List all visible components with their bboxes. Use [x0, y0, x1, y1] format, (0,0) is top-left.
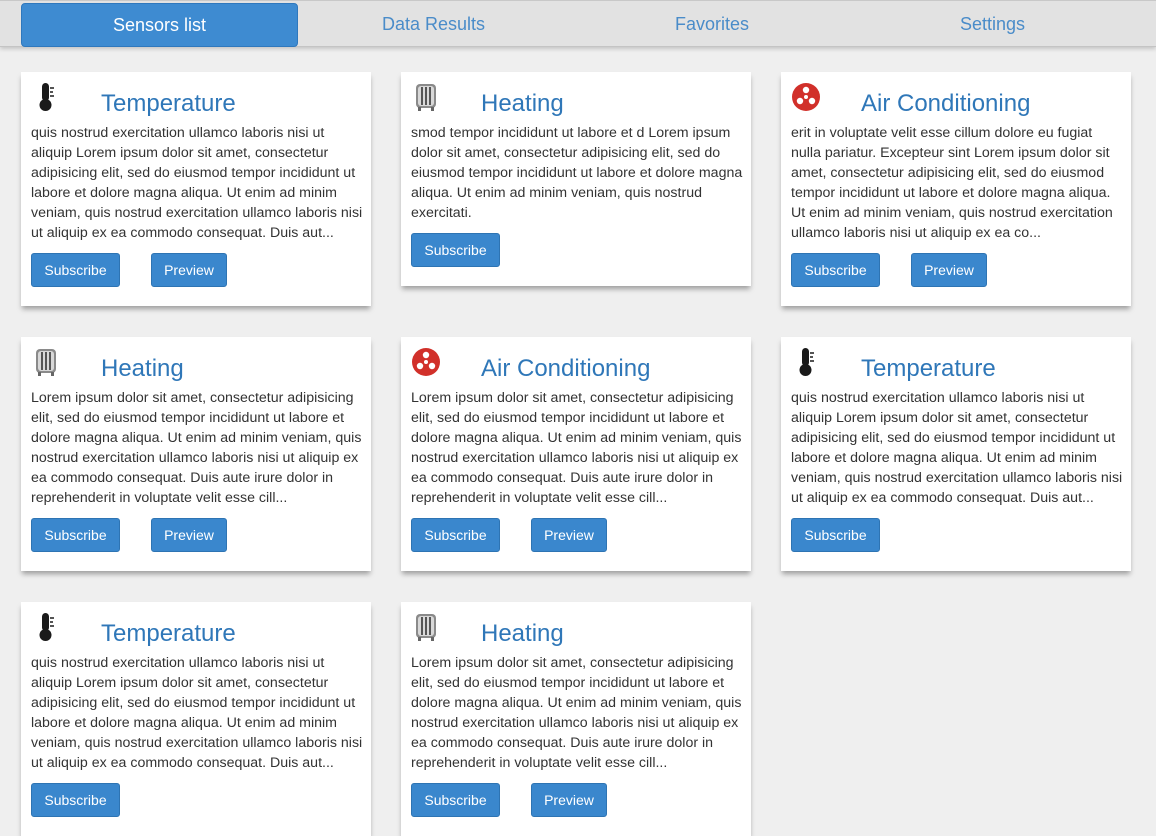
- thermometer-icon: [31, 80, 61, 114]
- subscribe-button[interactable]: Subscribe: [791, 253, 880, 287]
- sensor-card-air-conditioning: Air Conditioning erit in voluptate velit…: [781, 72, 1131, 306]
- tab-settings[interactable]: Settings: [855, 3, 1130, 47]
- card-description: quis nostrud exercitation ullamco labori…: [31, 655, 363, 771]
- sensor-card-air-conditioning: Air Conditioning Lorem ipsum dolor sit a…: [401, 337, 751, 571]
- tab-favorites[interactable]: Favorites: [569, 3, 855, 47]
- preview-button[interactable]: Preview: [911, 253, 987, 287]
- card-description: quis nostrud exercitation ullamco labori…: [791, 390, 1123, 506]
- sensor-card-heating: Heating Lorem ipsum dolor sit amet, cons…: [401, 602, 751, 836]
- preview-button[interactable]: Preview: [531, 518, 607, 552]
- preview-button[interactable]: Preview: [531, 783, 607, 817]
- subscribe-button[interactable]: Subscribe: [31, 253, 120, 287]
- card-description: Lorem ipsum dolor sit amet, consectetur …: [31, 390, 362, 506]
- radiator-icon: [411, 610, 441, 644]
- card-description: smod tempor incididunt ut labore et d Lo…: [411, 125, 743, 221]
- tab-data-results[interactable]: Data Results: [298, 3, 569, 47]
- card-description: Lorem ipsum dolor sit amet, consectetur …: [411, 390, 742, 506]
- air-conditioning-icon: [791, 80, 821, 114]
- sensor-card-temperature: Temperature quis nostrud exercitation ul…: [21, 72, 371, 306]
- subscribe-button[interactable]: Subscribe: [791, 518, 880, 552]
- card-title: Heating: [481, 620, 564, 647]
- card-title: Temperature: [861, 355, 996, 382]
- top-navigation: Sensors list Data Results Favorites Sett…: [0, 0, 1156, 47]
- subscribe-button[interactable]: Subscribe: [411, 783, 500, 817]
- thermometer-icon: [31, 610, 61, 644]
- sensor-card-heating: Heating smod tempor incididunt ut labore…: [401, 72, 751, 286]
- air-conditioning-icon: [411, 345, 441, 379]
- sensor-card-temperature: Temperature quis nostrud exercitation ul…: [781, 337, 1131, 571]
- card-title: Air Conditioning: [861, 90, 1031, 117]
- card-title: Temperature: [101, 90, 236, 117]
- card-title: Heating: [481, 90, 564, 117]
- subscribe-button[interactable]: Subscribe: [31, 518, 120, 552]
- card-description: quis nostrud exercitation ullamco labori…: [31, 125, 363, 241]
- card-title: Heating: [101, 355, 184, 382]
- card-title: Air Conditioning: [481, 355, 651, 382]
- card-description: erit in voluptate velit esse cillum dolo…: [791, 125, 1113, 241]
- thermometer-icon: [791, 345, 821, 379]
- tab-sensors-list[interactable]: Sensors list: [21, 3, 298, 47]
- radiator-icon: [31, 345, 61, 379]
- card-description: Lorem ipsum dolor sit amet, consectetur …: [411, 655, 742, 771]
- subscribe-button[interactable]: Subscribe: [411, 518, 500, 552]
- subscribe-button[interactable]: Subscribe: [411, 233, 500, 267]
- card-title: Temperature: [101, 620, 236, 647]
- preview-button[interactable]: Preview: [151, 253, 227, 287]
- sensor-card-temperature: Temperature quis nostrud exercitation ul…: [21, 602, 371, 836]
- preview-button[interactable]: Preview: [151, 518, 227, 552]
- subscribe-button[interactable]: Subscribe: [31, 783, 120, 817]
- sensor-card-heating: Heating Lorem ipsum dolor sit amet, cons…: [21, 337, 371, 571]
- radiator-icon: [411, 80, 441, 114]
